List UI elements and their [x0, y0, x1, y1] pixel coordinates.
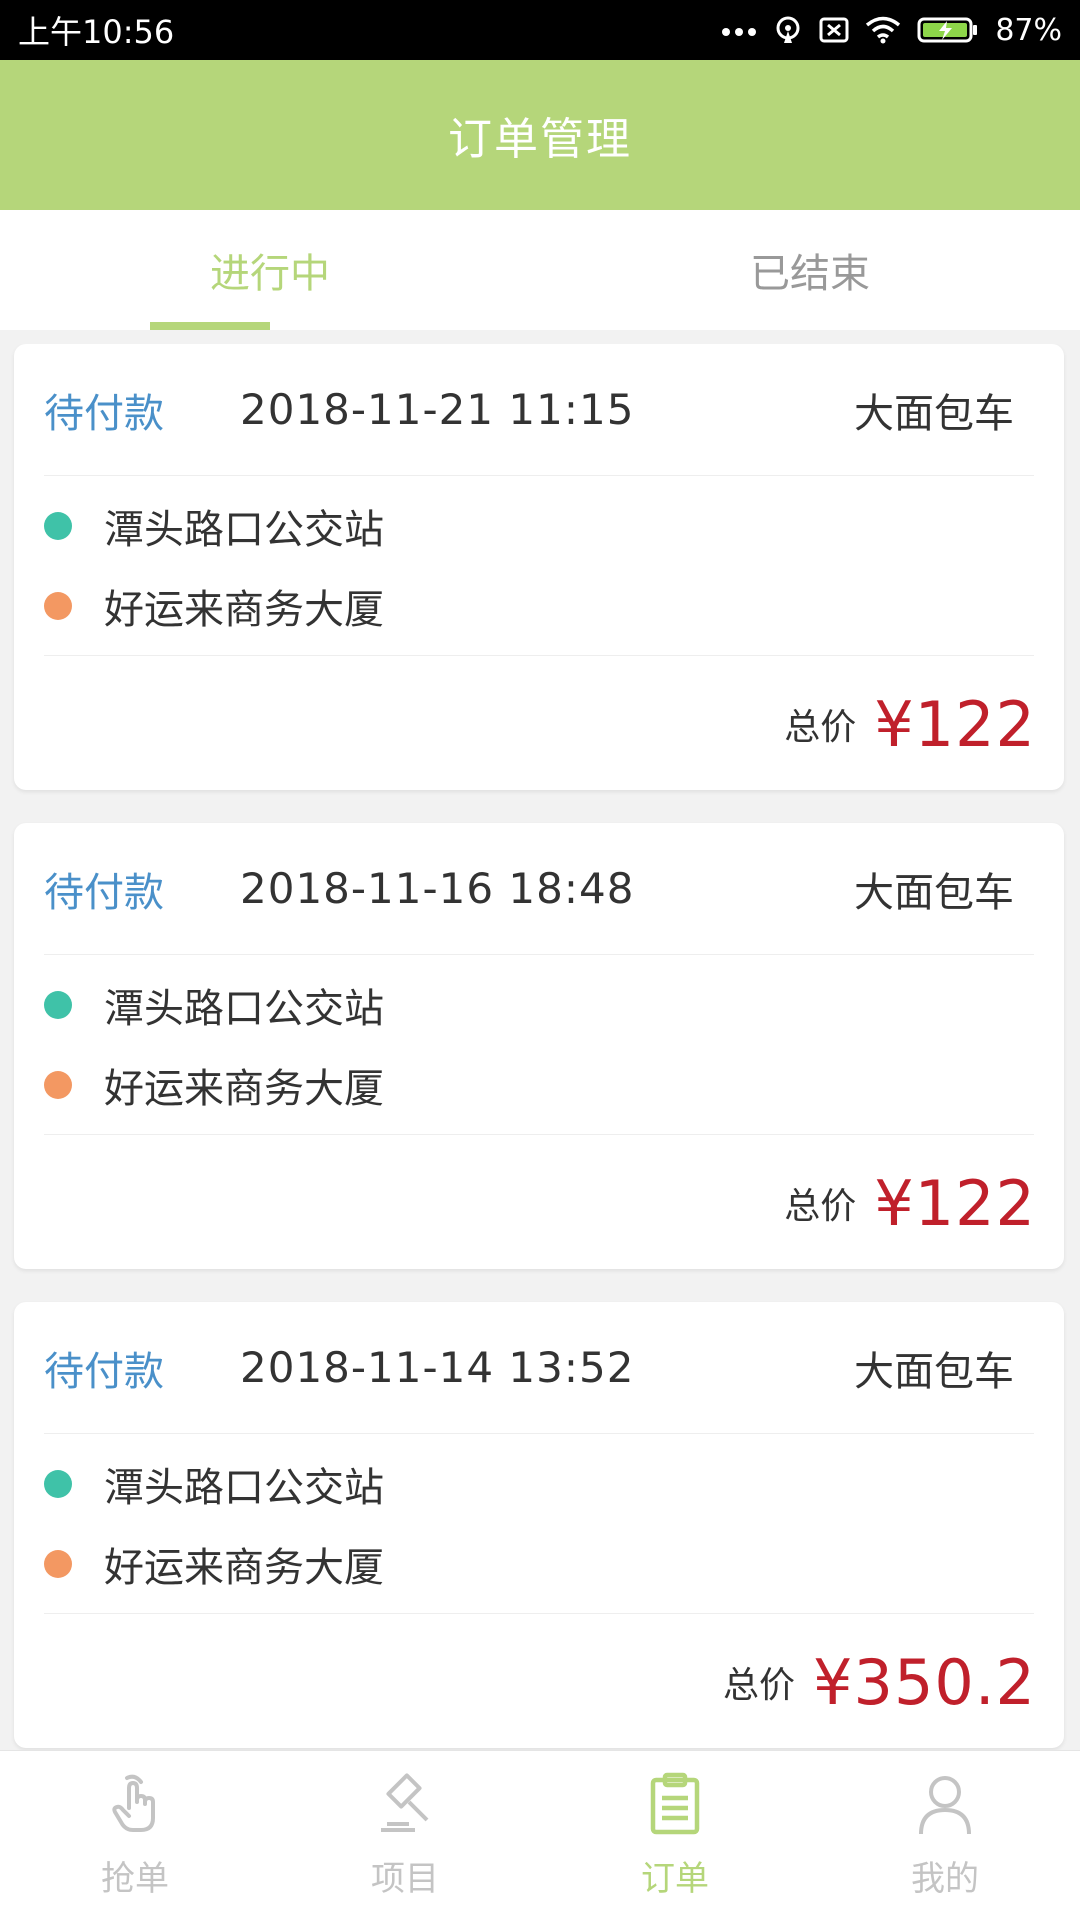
nav-mine[interactable]: 我的 [810, 1751, 1080, 1920]
start-address: 潭头路口公交站 [104, 507, 384, 553]
total-label: 总价 [723, 1665, 796, 1706]
route-start: 潭头路口公交站 [44, 1454, 384, 1514]
tab-label: 已结束 [750, 251, 870, 297]
hand-tap-icon [105, 1772, 165, 1851]
total-price: ¥122 [874, 1166, 1036, 1240]
end-address: 好运来商务大厦 [104, 1066, 384, 1112]
route-end: 好运来商务大厦 [44, 1055, 384, 1115]
no-sim-icon [819, 17, 849, 43]
wifi-icon [865, 16, 901, 44]
route-end: 好运来商务大厦 [44, 576, 384, 636]
start-dot-icon [44, 1470, 72, 1498]
end-dot-icon [44, 1550, 72, 1578]
order-card-header: 待付款 2018-11-21 11:15 大面包车 [44, 344, 1034, 476]
order-route: 潭头路口公交站 好运来商务大厦 [44, 955, 1034, 1135]
nav-label: 我的 [911, 1858, 979, 1899]
order-datetime: 2018-11-14 13:52 [240, 1343, 635, 1392]
order-status: 待付款 [44, 1348, 164, 1395]
user-icon [915, 1772, 975, 1851]
order-card[interactable]: 待付款 2018-11-14 13:52 大面包车 潭头路口公交站 好运来商务大… [14, 1302, 1064, 1748]
order-list[interactable]: 待付款 2018-11-21 11:15 大面包车 潭头路口公交站 好运来商务大… [0, 344, 1080, 1750]
total-price: ¥350.2 [813, 1645, 1036, 1719]
page-title: 订单管理 [448, 114, 632, 165]
order-total: 总价 ¥350.2 [723, 1632, 1036, 1732]
order-status: 待付款 [44, 869, 164, 916]
clipboard-icon [645, 1772, 705, 1851]
order-card[interactable]: 待付款 2018-11-21 11:15 大面包车 潭头路口公交站 好运来商务大… [14, 344, 1064, 790]
order-datetime: 2018-11-16 18:48 [240, 864, 635, 913]
order-total: 总价 ¥122 [784, 1153, 1036, 1253]
total-label: 总价 [784, 1186, 857, 1227]
hotspot-icon [773, 15, 803, 45]
start-dot-icon [44, 512, 72, 540]
order-tabs: 进行中 已结束 [0, 210, 1080, 330]
route-start: 潭头路口公交站 [44, 975, 384, 1035]
start-address: 潭头路口公交站 [104, 986, 384, 1032]
vehicle-type: 大面包车 [854, 869, 1014, 916]
bottom-nav: 抢单 项目 订单 我的 [0, 1750, 1080, 1920]
order-card-header: 待付款 2018-11-14 13:52 大面包车 [44, 1302, 1034, 1434]
vehicle-type: 大面包车 [854, 390, 1014, 437]
order-status: 待付款 [44, 390, 164, 437]
order-datetime: 2018-11-21 11:15 [240, 385, 635, 434]
vehicle-type: 大面包车 [854, 1348, 1014, 1395]
header-bar: 订单管理 [0, 60, 1080, 210]
nav-orders[interactable]: 订单 [540, 1751, 810, 1920]
status-icons: 87% [721, 13, 1062, 48]
status-bar: 上午10:56 87% [0, 0, 1080, 60]
order-card-header: 待付款 2018-11-16 18:48 大面包车 [44, 823, 1034, 955]
route-start: 潭头路口公交站 [44, 496, 384, 556]
nav-label: 订单 [641, 1858, 709, 1899]
end-dot-icon [44, 1071, 72, 1099]
order-card[interactable]: 待付款 2018-11-16 18:48 大面包车 潭头路口公交站 好运来商务大… [14, 823, 1064, 1269]
order-route: 潭头路口公交站 好运来商务大厦 [44, 476, 1034, 656]
nav-label: 抢单 [101, 1858, 169, 1899]
route-end: 好运来商务大厦 [44, 1534, 384, 1594]
end-address: 好运来商务大厦 [104, 587, 384, 633]
nav-label: 项目 [371, 1858, 439, 1899]
start-dot-icon [44, 991, 72, 1019]
total-label: 总价 [784, 707, 857, 748]
tab-in-progress[interactable]: 进行中 [0, 210, 540, 330]
tab-finished[interactable]: 已结束 [540, 210, 1080, 330]
tab-label: 进行中 [210, 251, 330, 297]
battery-percent: 87% [995, 12, 1062, 48]
nav-grab-order[interactable]: 抢单 [0, 1751, 270, 1920]
order-total: 总价 ¥122 [784, 674, 1036, 774]
end-address: 好运来商务大厦 [104, 1545, 384, 1591]
status-time: 上午10:56 [18, 13, 175, 51]
nav-projects[interactable]: 项目 [270, 1751, 540, 1920]
start-address: 潭头路口公交站 [104, 1465, 384, 1511]
total-price: ¥122 [874, 687, 1036, 761]
end-dot-icon [44, 592, 72, 620]
order-route: 潭头路口公交站 好运来商务大厦 [44, 1434, 1034, 1614]
gavel-icon [375, 1772, 435, 1851]
battery-charging-icon [917, 16, 979, 44]
more-dots-icon [721, 24, 757, 36]
